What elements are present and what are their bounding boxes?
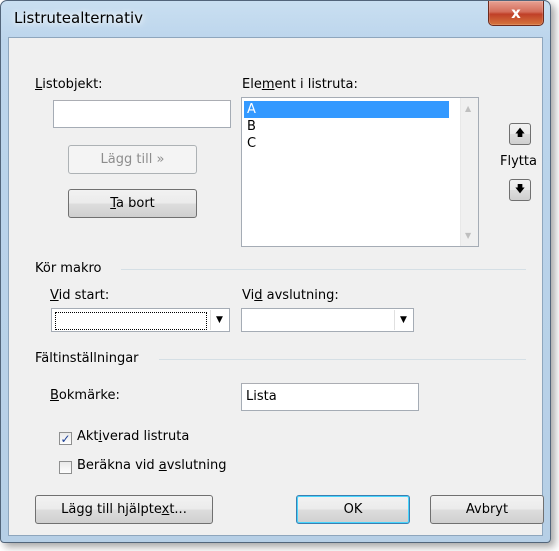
move-label: Flytta <box>500 154 537 169</box>
run-macro-group-label: Kör makro <box>35 261 102 276</box>
close-button[interactable]: x <box>488 1 544 26</box>
up-arrow-icon: 🡅 <box>514 127 526 139</box>
list-elements-label: Element i listruta: <box>242 77 358 92</box>
list-item[interactable]: A <box>244 101 449 118</box>
list-object-label: Listobjekt: <box>35 77 103 92</box>
add-item-button[interactable]: Lägg till » <box>68 145 197 174</box>
close-icon: x <box>511 4 521 22</box>
list-elements-listbox[interactable]: A B C ▲ ▼ <box>241 97 479 247</box>
chevron-down-icon[interactable]: ▼ <box>394 310 412 330</box>
scroll-down-icon[interactable]: ▼ <box>465 231 471 240</box>
calc-on-exit-label: Beräkna vid avslutning <box>77 458 227 473</box>
scroll-up-icon[interactable]: ▲ <box>465 104 471 113</box>
list-object-input[interactable] <box>53 100 231 128</box>
focus-rect <box>55 312 207 330</box>
cancel-button[interactable]: Avbryt <box>430 495 544 524</box>
window-title: Listrutealternativ <box>14 9 144 27</box>
on-start-select[interactable]: ▼ <box>51 308 230 332</box>
checkmark-icon: ✓ <box>60 431 71 446</box>
calc-on-exit-checkbox[interactable] <box>59 461 72 474</box>
down-arrow-icon: 🡇 <box>514 183 526 195</box>
bookmark-label: Bokmärke: <box>50 388 120 403</box>
list-scrollbar[interactable]: ▲ ▼ <box>460 98 478 246</box>
add-help-text-button[interactable]: Lägg till hjälptext... <box>35 495 213 524</box>
on-exit-select[interactable]: ▼ <box>241 308 414 332</box>
bookmark-input[interactable]: Lista <box>241 383 419 411</box>
chevron-down-icon[interactable]: ▼ <box>210 310 228 330</box>
double-chevron-icon: » <box>156 152 165 167</box>
remove-item-button[interactable]: Ta bort <box>68 189 197 218</box>
list-item[interactable]: C <box>244 135 449 152</box>
move-up-button[interactable]: 🡅 <box>509 123 531 145</box>
title-bar[interactable]: Listrutealternativ x <box>1 1 550 37</box>
dialog-window: Listrutealternativ x Listobjekt: Lägg ti… <box>0 0 551 543</box>
field-settings-group-label: Fältinställningar <box>35 351 139 366</box>
group-divider <box>121 269 526 270</box>
group-divider <box>159 359 526 360</box>
on-start-label: Vid start: <box>50 288 110 303</box>
ok-button[interactable]: OK <box>296 495 410 524</box>
list-item[interactable]: B <box>244 118 449 135</box>
dialog-client-area: Listobjekt: Lägg till » Ta bort Element … <box>8 37 544 536</box>
enabled-label: Aktiverad listruta <box>77 429 190 444</box>
enabled-checkbox[interactable]: ✓ <box>59 432 72 445</box>
on-exit-label: Vid avslutning: <box>242 288 339 303</box>
move-down-button[interactable]: 🡇 <box>509 179 531 201</box>
